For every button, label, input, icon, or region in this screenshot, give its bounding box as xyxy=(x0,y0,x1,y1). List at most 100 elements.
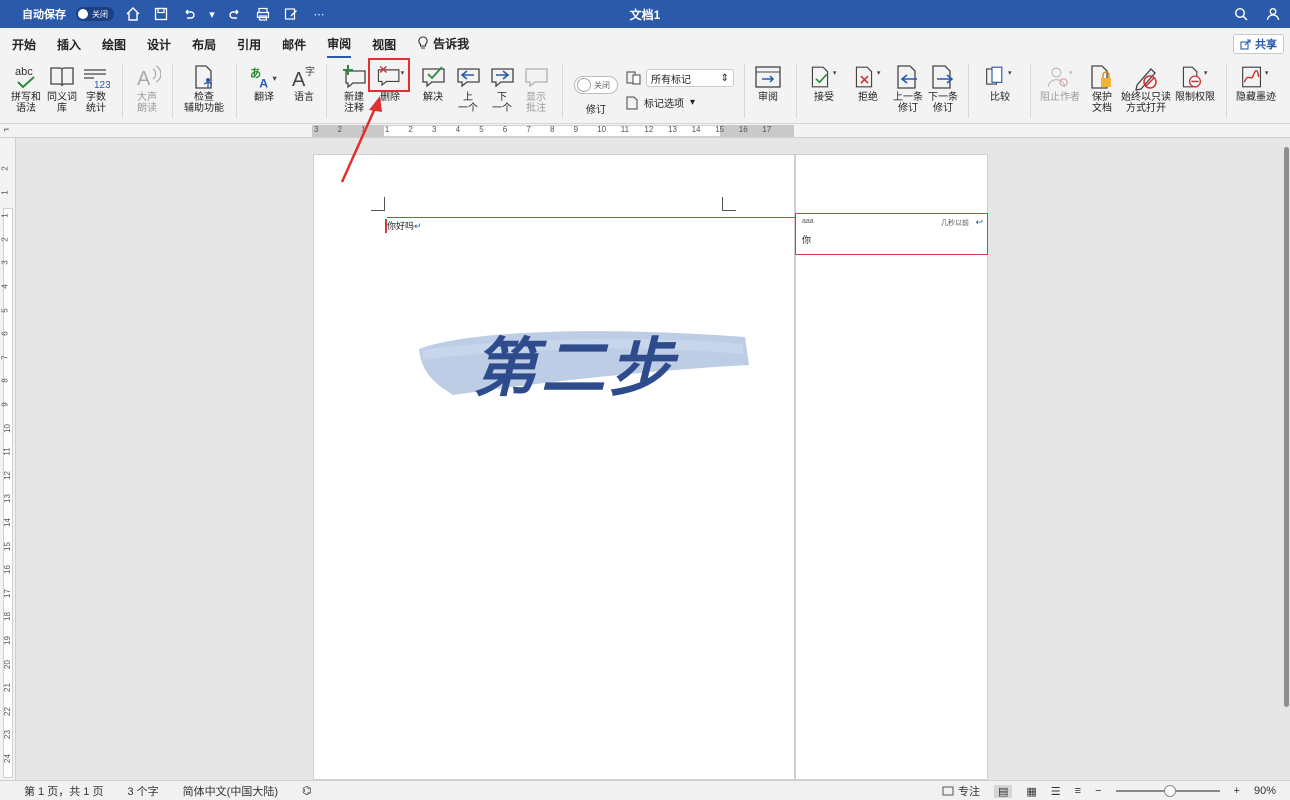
tab-insert[interactable]: 插入 xyxy=(57,30,81,57)
document-page[interactable] xyxy=(313,154,795,780)
accessibility-button[interactable]: 检查 辅助功能 xyxy=(182,62,226,114)
compare-button[interactable]: ▾ 比较 xyxy=(980,62,1020,103)
ruler-number: 1 xyxy=(361,125,366,134)
block-authors-button[interactable]: ▾ 阻止作者 xyxy=(1040,62,1080,103)
language-icon: A字 xyxy=(288,62,320,92)
save-icon[interactable] xyxy=(152,5,170,23)
edit-icon[interactable] xyxy=(282,5,300,23)
autosave-toggle[interactable]: 关闭 xyxy=(76,7,114,21)
resolve-button[interactable]: 解决 xyxy=(413,62,453,103)
track-changes-toggle[interactable]: 关闭 xyxy=(574,76,618,94)
focus-button[interactable]: 专注 xyxy=(942,783,980,799)
next-change-button[interactable]: 下一条 修订 xyxy=(923,62,963,114)
step-overlay: 第二步 xyxy=(413,309,753,409)
updown-icon: ⇕ xyxy=(720,72,729,84)
reviewing-pane-button[interactable]: 审阅 xyxy=(748,62,788,103)
restrict-permission-button[interactable]: ▾ 限制权限 xyxy=(1174,62,1216,103)
ruler-number: 9 xyxy=(573,125,579,134)
new-comment-button[interactable]: 新建 注释 xyxy=(334,62,374,114)
web-layout-icon[interactable]: ▦ xyxy=(1026,785,1036,798)
spelling-grammar-button[interactable]: abc 拼写和 语法 xyxy=(6,62,46,114)
word-count[interactable]: 3 个字 xyxy=(127,783,158,799)
draft-icon[interactable]: ≡ xyxy=(1075,785,1081,797)
hide-ink-button[interactable]: ▾ 隐藏墨迹 xyxy=(1236,62,1276,103)
zoom-out-button[interactable]: − xyxy=(1095,785,1101,797)
document-area: 你好吗↵ aaa 几秒以前 ↩ 你 第二步 xyxy=(17,139,1283,780)
autosave-state: 关闭 xyxy=(92,9,108,19)
reply-icon[interactable]: ↩ xyxy=(975,217,983,228)
tab-draw[interactable]: 绘图 xyxy=(102,30,126,57)
proofing-icon[interactable]: ⌬ xyxy=(302,784,312,797)
tab-view[interactable]: 视图 xyxy=(372,30,396,57)
language-status[interactable]: 简体中文(中国大陆) xyxy=(183,783,278,799)
ribbon-tabs: 开始 插入 绘图 设计 布局 引用 邮件 审阅 视图 告诉我 共享 xyxy=(0,28,1290,58)
language-button[interactable]: A字 语言 xyxy=(284,62,324,103)
tab-layout[interactable]: 布局 xyxy=(192,30,216,57)
ribbon-divider xyxy=(796,64,797,118)
tab-references[interactable]: 引用 xyxy=(237,30,261,57)
comment-balloon[interactable]: aaa 几秒以前 ↩ 你 xyxy=(795,213,988,255)
ruler-number: 20 xyxy=(2,659,12,669)
svg-text:▾: ▾ xyxy=(877,69,881,77)
ruler-number: 1 xyxy=(384,125,390,134)
comment-text[interactable]: 你 xyxy=(802,233,811,246)
previous-comment-icon xyxy=(452,62,484,92)
tab-home[interactable]: 开始 xyxy=(12,30,36,57)
word-count-button[interactable]: 123 字数 统计 xyxy=(76,62,116,114)
markup-options-label: 标记选项 xyxy=(644,99,684,110)
previous-change-button[interactable]: 上一条 修订 xyxy=(888,62,928,114)
new-comment-icon xyxy=(338,62,370,92)
print-icon[interactable] xyxy=(254,5,272,23)
share-icon xyxy=(1240,38,1251,50)
home-icon[interactable] xyxy=(124,5,142,23)
ruler-number: 24 xyxy=(2,754,12,763)
title-bar: 自动保存 关闭 ▾ ⋯ 文档1 xyxy=(0,0,1290,28)
reject-button[interactable]: ▾ 拒绝 xyxy=(848,62,888,103)
ruler-number: 5 xyxy=(479,125,484,134)
display-markup-select[interactable]: 所有标记 ⇕ xyxy=(626,68,734,88)
outline-icon[interactable]: ☰ xyxy=(1051,785,1061,798)
zoom-level[interactable]: 90% xyxy=(1254,785,1276,797)
delete-comment-button[interactable]: ▾ 删除 xyxy=(370,62,410,103)
always-readonly-button[interactable]: 始终以只读 方式打开 xyxy=(1120,62,1172,114)
track-changes-label: 修订 xyxy=(586,105,606,116)
document-text[interactable]: 你好吗↵ xyxy=(387,219,422,232)
markup-options-icon xyxy=(626,96,638,109)
focus-label: 专注 xyxy=(957,786,980,798)
chevron-down-icon[interactable]: ▾ xyxy=(208,5,216,23)
reviewing-pane-label: 审阅 xyxy=(758,92,778,103)
tab-design[interactable]: 设计 xyxy=(147,30,171,57)
account-icon[interactable] xyxy=(1264,5,1282,23)
show-comments-button[interactable]: 显示 批注 xyxy=(516,62,556,114)
share-button[interactable]: 共享 xyxy=(1233,34,1284,54)
hide-ink-icon: ▾ xyxy=(1240,62,1272,92)
comment-time: 几秒以前 xyxy=(941,220,969,227)
read-aloud-button[interactable]: A 大声 朗读 xyxy=(127,62,167,114)
page-count[interactable]: 第 1 页，共 1 页 xyxy=(24,783,103,799)
tab-mailings[interactable]: 邮件 xyxy=(282,30,306,57)
always-readonly-label: 始终以只读 方式打开 xyxy=(1121,92,1171,114)
vertical-scrollbar[interactable] xyxy=(1283,139,1290,780)
translate-button[interactable]: あ A ▾ 翻译 xyxy=(244,62,284,103)
read-aloud-icon: A xyxy=(131,62,163,92)
comment-connector xyxy=(387,217,797,218)
tab-review[interactable]: 审阅 xyxy=(327,29,352,58)
tell-me[interactable]: 告诉我 xyxy=(417,35,469,52)
ruler-number: 1 xyxy=(0,189,10,195)
zoom-slider[interactable] xyxy=(1115,785,1220,797)
ruler-number: 21 xyxy=(2,683,12,693)
markup-options-button[interactable]: 标记选项 ▾ xyxy=(626,95,695,110)
protect-document-button[interactable]: 保护 文档 xyxy=(1082,62,1122,114)
svg-text:A: A xyxy=(292,69,306,91)
redo-icon[interactable] xyxy=(226,5,244,23)
print-layout-icon[interactable]: ▤ xyxy=(993,784,1013,798)
markup-icon xyxy=(626,71,641,85)
zoom-in-button[interactable]: + xyxy=(1234,785,1240,797)
accept-button[interactable]: ▾ 接受 xyxy=(804,62,844,103)
more-icon[interactable]: ⋯ xyxy=(310,5,328,23)
autosave-label: 自动保存 xyxy=(22,9,66,21)
search-icon[interactable] xyxy=(1232,5,1250,23)
ruler-number: 9 xyxy=(0,402,10,407)
tab-stop-icon[interactable]: ⌐ xyxy=(4,124,9,134)
undo-icon[interactable] xyxy=(180,5,198,23)
